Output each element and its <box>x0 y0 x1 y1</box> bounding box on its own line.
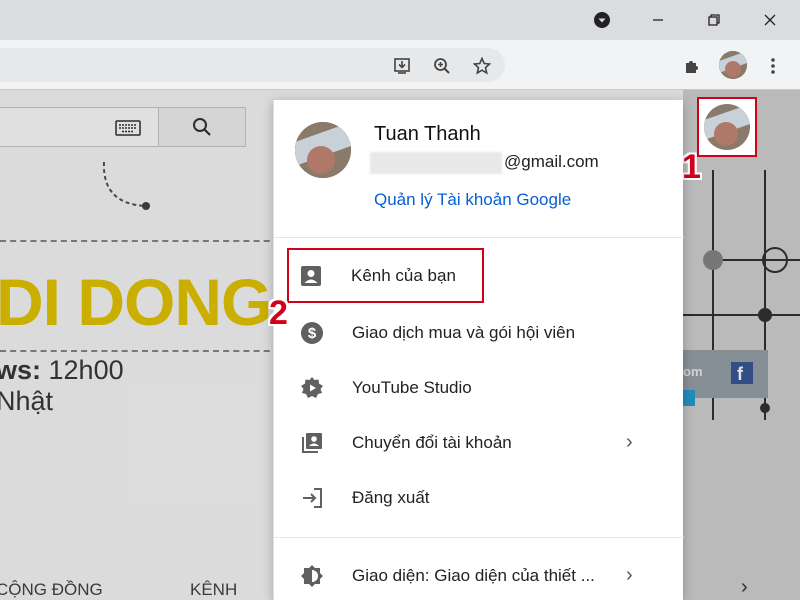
person-box-icon <box>297 262 325 290</box>
chevron-right-icon: › <box>626 564 633 586</box>
chrome-profile-avatar[interactable] <box>719 51 747 79</box>
restore-button[interactable] <box>690 0 738 40</box>
browser-toolbar <box>0 40 800 90</box>
close-window-button[interactable] <box>746 0 794 40</box>
manage-google-account-link[interactable]: Quản lý Tài khoản Google <box>374 190 571 210</box>
menu-item-label: Kênh của bạn <box>351 265 456 285</box>
account-avatar <box>295 122 351 178</box>
chrome-menu-icon[interactable] <box>761 54 785 78</box>
menu-item-youtube-studio[interactable]: YouTube Studio <box>274 360 684 415</box>
chevron-right-icon: › <box>626 431 633 453</box>
menu-item-appearance[interactable]: Giao diện: Giao diện của thiết ... › <box>274 548 684 600</box>
youtube-avatar-button[interactable] <box>704 104 750 150</box>
menu-item-your-channel[interactable]: Kênh của bạn <box>287 248 484 303</box>
menu-item-label: YouTube Studio <box>352 377 472 397</box>
menu-item-label: Giao dịch mua và gói hội viên <box>352 322 576 342</box>
browser-titlebar <box>0 0 800 40</box>
extensions-puzzle-icon[interactable] <box>680 54 704 78</box>
minimize-button[interactable] <box>634 0 682 40</box>
avatar-icon <box>704 104 750 150</box>
menu-item-label: Chuyển đổi tài khoản <box>352 432 512 452</box>
your-channel-highlight-box: Kênh của bạn <box>287 248 484 303</box>
dollar-icon: $ <box>298 319 326 347</box>
menu-item-sign-out[interactable]: Đăng xuất <box>274 470 684 525</box>
user-name: Tuan Thanh <box>374 123 481 145</box>
studio-gear-icon <box>298 374 326 402</box>
theme-icon <box>298 562 326 590</box>
sign-out-icon <box>298 484 326 512</box>
install-app-icon[interactable] <box>390 54 414 78</box>
avatar-highlight-box <box>697 97 757 157</box>
switch-account-icon <box>298 429 326 457</box>
account-header: Tuan Thanh @gmail.com Quản lý Tài khoản … <box>274 100 684 238</box>
step-1-label: 1 <box>682 148 701 186</box>
email-redacted <box>370 152 502 174</box>
zoom-icon[interactable] <box>430 54 454 78</box>
menu-item-label: Giao diện: Giao diện của thiết ... <box>352 565 595 585</box>
menu-item-switch-account[interactable]: Chuyển đổi tài khoản › <box>274 415 684 470</box>
email-domain: @gmail.com <box>504 152 599 171</box>
svg-text:$: $ <box>308 325 317 342</box>
bookmark-star-icon[interactable] <box>470 54 494 78</box>
menu-divider <box>274 537 684 538</box>
menu-item-label: Đăng xuất <box>352 487 430 507</box>
account-menu: Tuan Thanh @gmail.com Quản lý Tài khoản … <box>269 100 684 600</box>
profile-dropdown-icon[interactable] <box>578 0 626 40</box>
menu-item-purchases[interactable]: $ Giao dịch mua và gói hội viên <box>274 305 684 360</box>
